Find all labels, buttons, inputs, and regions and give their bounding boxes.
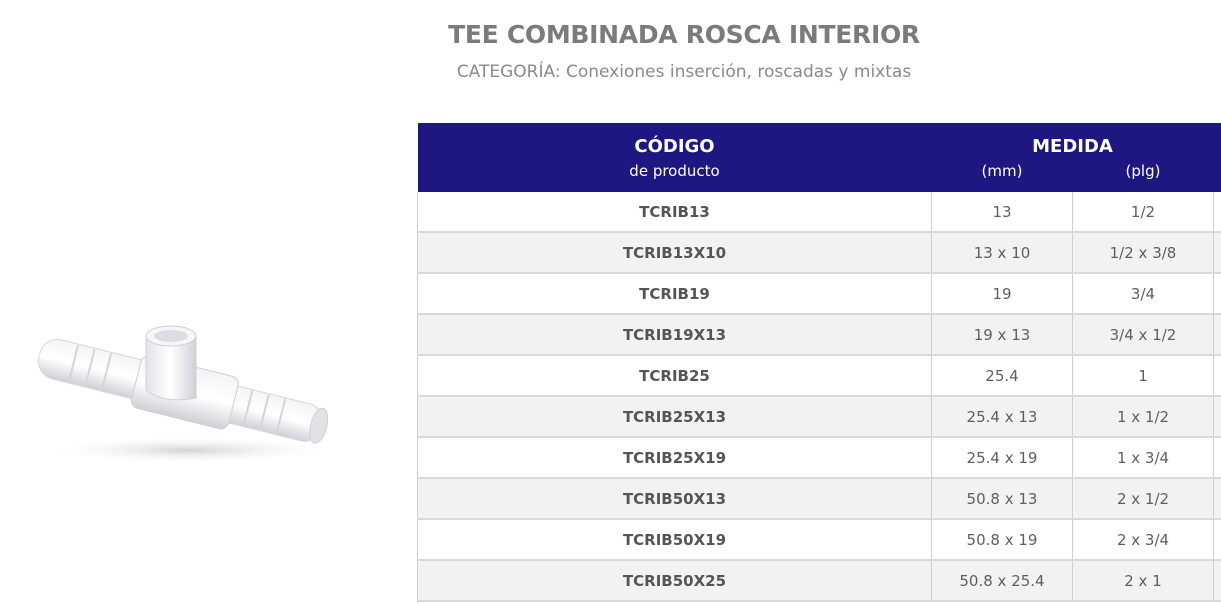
- column-subheader-code: de producto: [417, 160, 932, 192]
- measure-mm-cell: 13 x 10: [931, 232, 1073, 274]
- measure-mm-cell: 25.4 x 19: [931, 437, 1073, 479]
- product-code-cell: TCRIB25X19: [417, 437, 932, 479]
- product-code-cell: TCRIB50X19: [417, 519, 932, 561]
- column-header-code: CÓDIGO: [417, 123, 932, 160]
- measure-plg-cell: 1: [1072, 355, 1214, 397]
- measure-plg-cell: 1 x 3/4: [1072, 437, 1214, 479]
- column-subheader-mm: (mm): [931, 160, 1073, 192]
- table-row: TCRIB19 19 3/4: [417, 273, 1221, 315]
- measure-mm-cell: 13: [931, 192, 1073, 233]
- table-row: TCRIB50X13 50.8 x 13 2 x 1/2: [417, 478, 1221, 520]
- table-row: TCRIB19X13 19 x 13 3/4 x 1/2: [417, 314, 1221, 356]
- table-row: TCRIB13 13 1/2: [417, 192, 1221, 233]
- measure-mm-cell: 25.4 x 13: [931, 396, 1073, 438]
- product-code-cell: TCRIB25X13: [417, 396, 932, 438]
- table-row: TCRIB25X13 25.4 x 13 1 x 1/2: [417, 396, 1221, 438]
- measure-mm-cell: 50.8 x 13: [931, 478, 1073, 520]
- product-code-cell: TCRIB13: [417, 192, 932, 233]
- measure-mm-cell: 25.4: [931, 355, 1073, 397]
- product-spec-table: CÓDIGO MEDIDA de producto (mm) (plg) TCR…: [417, 123, 1221, 602]
- measure-plg-cell: 3/4 x 1/2: [1072, 314, 1214, 356]
- table-row: TCRIB25X19 25.4 x 19 1 x 3/4: [417, 437, 1221, 479]
- product-category: CATEGORÍA: Conexiones inserción, roscada…: [456, 62, 912, 82]
- table-row: TCRIB50X19 50.8 x 19 2 x 3/4: [417, 519, 1221, 561]
- measure-mm-cell: 19: [931, 273, 1073, 315]
- product-code-cell: TCRIB50X13: [417, 478, 932, 520]
- measure-plg-cell: 1/2 x 3/8: [1072, 232, 1214, 274]
- table-row: TCRIB25 25.4 1: [417, 355, 1221, 397]
- measure-mm-cell: 19 x 13: [931, 314, 1073, 356]
- product-code-cell: TCRIB13X10: [417, 232, 932, 274]
- measure-plg-cell: 2 x 1: [1072, 560, 1214, 602]
- measure-plg-cell: 3/4: [1072, 273, 1214, 315]
- measure-plg-cell: 1 x 1/2: [1072, 396, 1214, 438]
- product-code-cell: TCRIB19X13: [417, 314, 932, 356]
- product-title: TEE COMBINADA ROSCA INTERIOR: [448, 20, 920, 49]
- tee-fitting-image: [37, 325, 339, 464]
- measure-plg-cell: 2 x 3/4: [1072, 519, 1214, 561]
- product-code-cell: TCRIB25: [417, 355, 932, 397]
- column-header-measure: MEDIDA: [931, 123, 1214, 160]
- measure-plg-cell: 2 x 1/2: [1072, 478, 1214, 520]
- column-subheader-plg: (plg): [1072, 160, 1214, 192]
- measure-mm-cell: 50.8 x 25.4: [931, 560, 1073, 602]
- measure-plg-cell: 1/2: [1072, 192, 1214, 233]
- product-code-cell: TCRIB50X25: [417, 560, 932, 602]
- table-row: TCRIB13X10 13 x 10 1/2 x 3/8: [417, 232, 1221, 274]
- product-code-cell: TCRIB19: [417, 273, 932, 315]
- table-row: TCRIB50X25 50.8 x 25.4 2 x 1: [417, 560, 1221, 602]
- measure-mm-cell: 50.8 x 19: [931, 519, 1073, 561]
